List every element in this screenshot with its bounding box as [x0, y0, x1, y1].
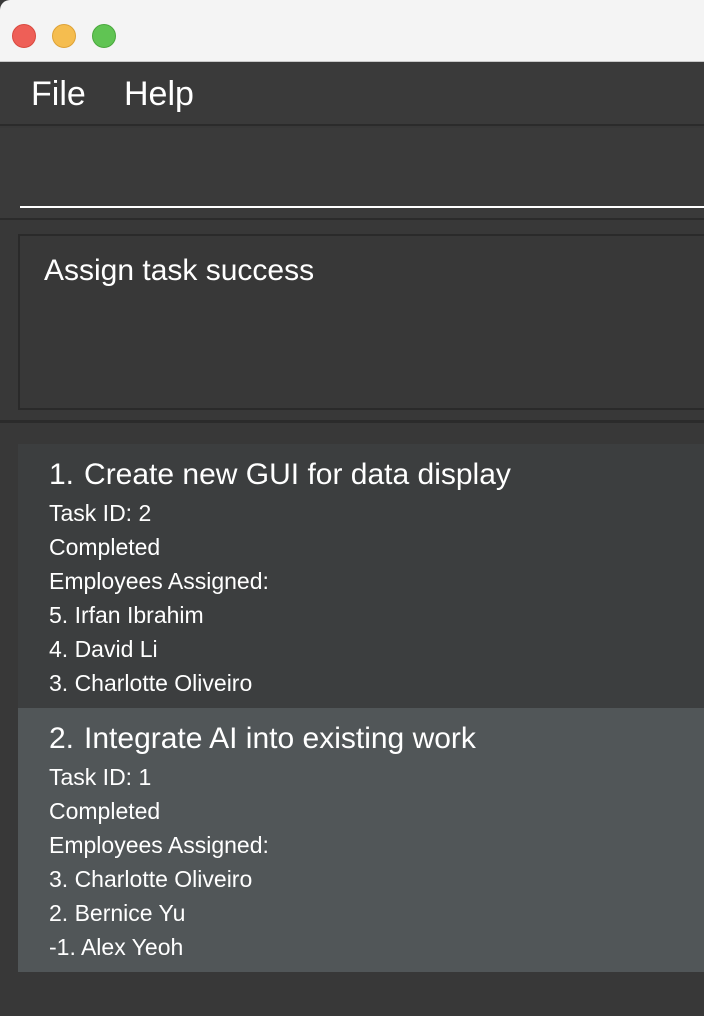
minimize-window-button[interactable] [52, 24, 76, 48]
menu-help[interactable]: Help [124, 74, 194, 114]
task-status: Completed [49, 534, 161, 560]
task-card[interactable]: 2. Integrate AI into existing work Task I… [18, 708, 704, 972]
result-message: Assign task success [44, 254, 315, 287]
employee-item: 3. Charlotte Oliveiro [49, 866, 253, 892]
result-display: Assign task success [18, 234, 704, 410]
menu-file[interactable]: File [31, 74, 86, 114]
task-card[interactable]: 1. Create new GUI for data display Task I… [18, 444, 704, 708]
task-name: Integrate AI into existing work [84, 722, 476, 755]
employees-header: Employees Assigned: [49, 832, 269, 858]
close-window-button[interactable] [12, 24, 36, 48]
task-id: Task ID: 1 [49, 764, 152, 790]
menu-bar: File Help [0, 62, 704, 126]
title-bar [0, 0, 704, 62]
command-input[interactable] [20, 128, 704, 208]
task-name: Create new GUI for data display [84, 458, 511, 491]
task-title: 1. Create new GUI for data display [49, 458, 704, 492]
employee-item: 2. Bernice Yu [49, 900, 186, 926]
employee-item: 3. Charlotte Oliveiro [49, 670, 253, 696]
employee-item: 5. Irfan Ibrahim [49, 602, 204, 628]
task-list[interactable]: 1. Create new GUI for data display Task I… [18, 444, 704, 972]
task-id: Task ID: 2 [49, 500, 152, 526]
task-index: 1. [49, 458, 75, 491]
employee-item: -1. Alex Yeoh [49, 934, 184, 960]
maximize-window-button[interactable] [92, 24, 116, 48]
app-window: File Help Assign task success 1. Create n… [0, 0, 704, 1016]
employees-header: Employees Assigned: [49, 568, 269, 594]
divider [0, 420, 704, 423]
task-status: Completed [49, 798, 161, 824]
task-index: 2. [49, 722, 75, 755]
command-box [0, 128, 704, 220]
employee-item: 4. David Li [49, 636, 158, 662]
task-title: 2. Integrate AI into existing work [49, 722, 704, 756]
